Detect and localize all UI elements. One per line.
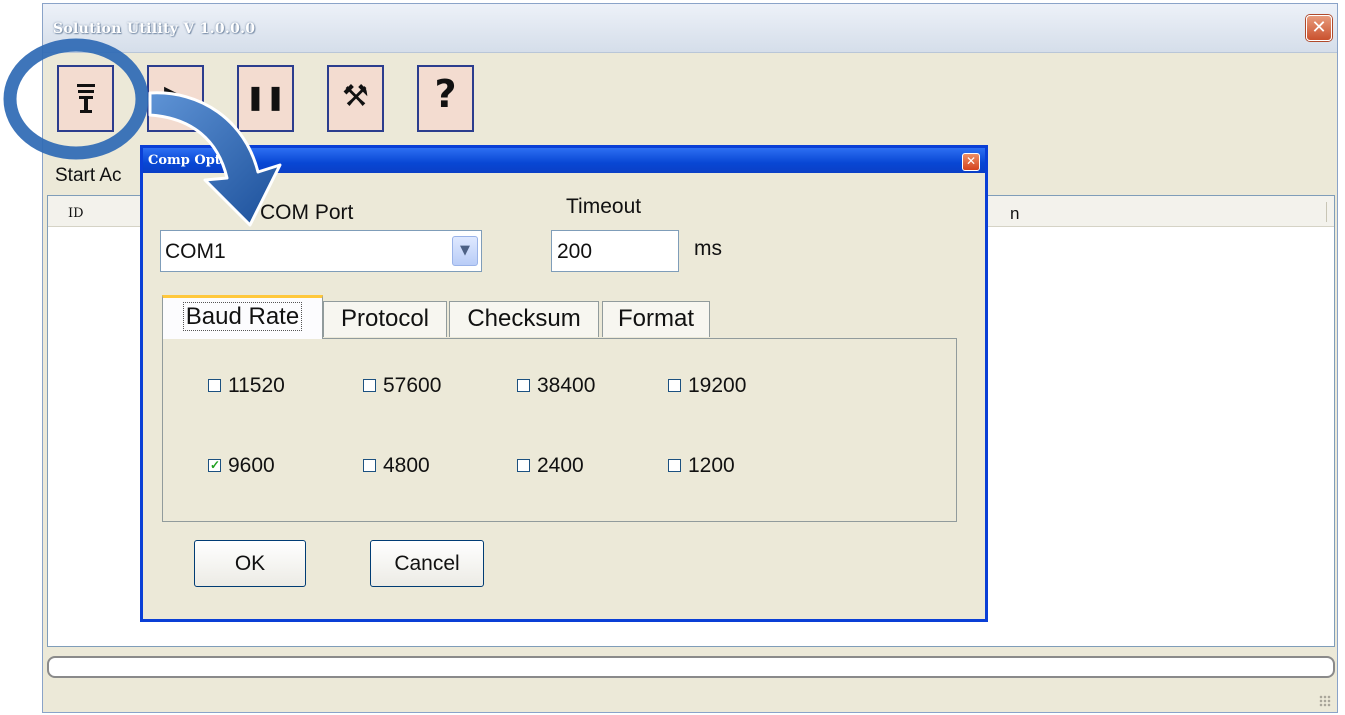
column-id[interactable]: ID [68,206,84,221]
pause-button[interactable]: ❚❚ [237,65,294,132]
cancel-button[interactable]: Cancel [370,540,484,587]
tab-protocol[interactable]: Protocol [323,301,447,337]
dialog-close-button[interactable]: ✕ [962,153,980,171]
column-partial[interactable]: n [1010,204,1019,224]
serial-port-button[interactable] [57,65,114,132]
tab-label: Checksum [467,305,581,332]
com-port-value: COM1 [165,240,226,263]
start-button[interactable]: ▶ [147,65,204,132]
title-bar: Solution Utility V 1.0.0.0 ✕ [43,4,1337,53]
baud-rate-label: 1200 [688,454,735,477]
window-title: Solution Utility V 1.0.0.0 [53,21,256,37]
com-port-select[interactable]: COM1 ▼ [160,230,482,272]
play-icon: ▶ [163,79,188,114]
baud-rate-label: 2400 [537,454,584,477]
tab-checksum[interactable]: Checksum [449,301,599,337]
baud-rate-label: 11520 [228,374,285,397]
timeout-input[interactable]: 200 [551,230,679,272]
checkbox-icon[interactable] [517,459,530,472]
baud-rate-panel [162,338,957,522]
settings-button[interactable]: ⚒ [327,65,384,132]
checkbox-icon[interactable] [517,379,530,392]
tab-baud-rate[interactable]: Baud Rate [162,295,323,339]
ok-button[interactable]: OK [194,540,306,587]
baud-rate-label: 19200 [688,374,747,397]
tab-label: Format [617,305,694,332]
close-icon: ✕ [1311,17,1327,38]
tab-label: Protocol [340,305,430,332]
pause-icon: ❚❚ [245,83,286,111]
dialog-title-bar: Comp Option ✕ [143,148,985,173]
chevron-down-icon[interactable]: ▼ [452,236,478,266]
close-button[interactable]: ✕ [1306,15,1332,41]
close-icon: ✕ [965,154,977,168]
com-option-dialog: Comp Option ✕ COM Port COM1 ▼ Timeout 20… [140,145,988,622]
column-divider [1326,202,1327,222]
help-icon: ? [434,72,457,116]
help-button[interactable]: ? [417,65,474,132]
tab-format[interactable]: Format [602,301,710,337]
status-label: Start Ac [55,165,122,186]
checkbox-icon[interactable] [363,379,376,392]
serial-port-icon [76,84,95,113]
progress-bar [47,656,1335,678]
baud-rate-label: 57600 [383,374,442,397]
baud-rate-label: 9600 [228,454,275,477]
timeout-value: 200 [557,240,593,263]
baud-rate-label: 4800 [383,454,430,477]
checkbox-checked-icon[interactable]: ✓ [208,459,221,472]
com-port-label: COM Port [260,201,354,224]
checkbox-icon[interactable] [363,459,376,472]
checkbox-icon[interactable] [668,379,681,392]
baud-rate-label: 38400 [537,374,596,397]
tools-icon: ⚒ [342,79,369,114]
timeout-label: Timeout [566,195,642,218]
timeout-unit: ms [694,237,722,260]
check-icon: ✓ [210,458,221,472]
checkbox-icon[interactable] [208,379,221,392]
checkbox-icon[interactable] [668,459,681,472]
resize-grip-icon[interactable] [1319,695,1331,707]
tab-label: Baud Rate [182,302,303,331]
dialog-title: Comp Option [148,153,244,168]
